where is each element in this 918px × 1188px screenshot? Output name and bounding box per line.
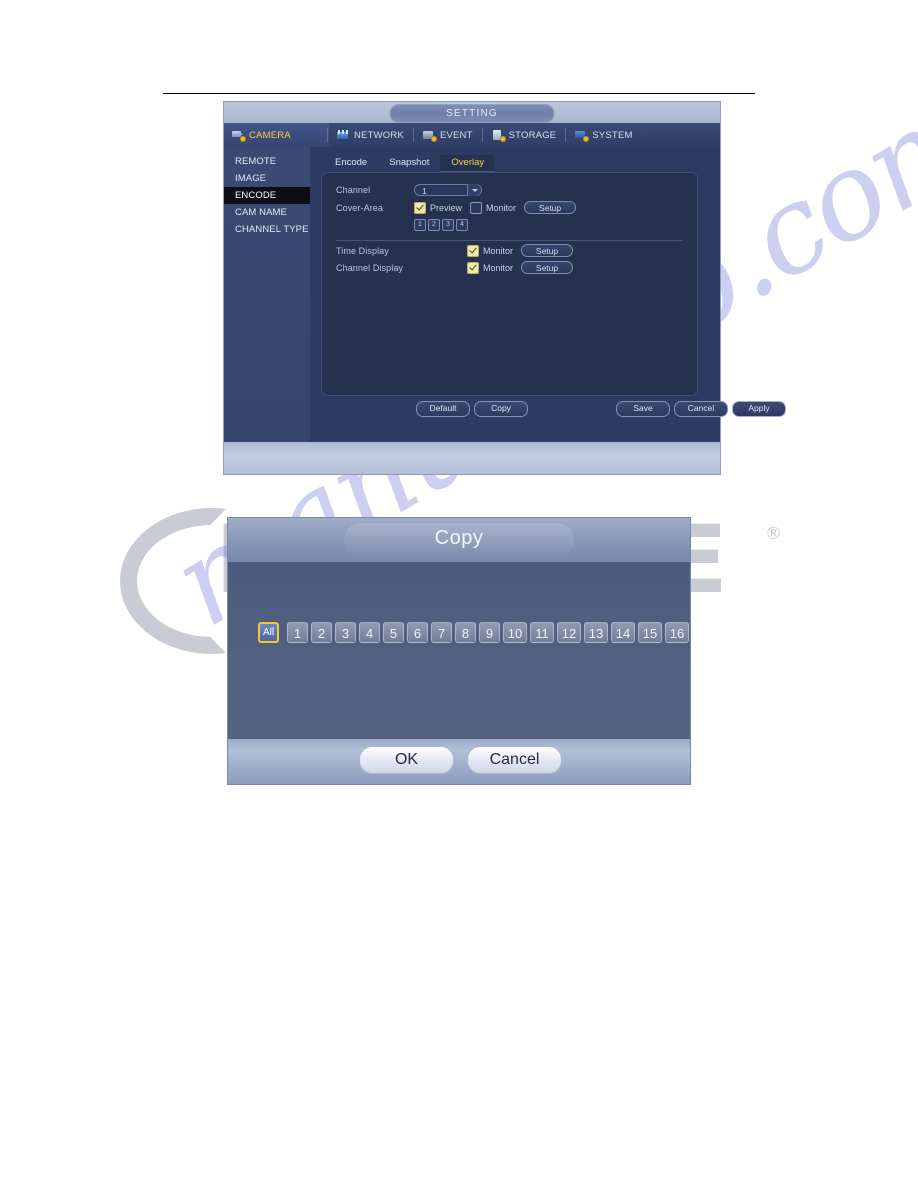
copy-cancel-button[interactable]: Cancel: [467, 746, 562, 774]
copy-dialog-body: All 1 2 3 4 5 6 7 8 9 10 11 12 13 14 15 …: [228, 562, 690, 739]
channel-display-label: Channel Display: [336, 262, 404, 273]
cover-monitor-checkbox[interactable]: [470, 201, 483, 214]
copy-dialog-titlebar: Copy: [228, 518, 690, 562]
window-title: SETTING: [389, 104, 555, 123]
tab-camera-label: CAMERA: [249, 129, 291, 141]
tab-system[interactable]: SYSTEM: [567, 123, 644, 147]
channel-display-setup-button[interactable]: Setup: [521, 261, 574, 274]
time-monitor-checkbox[interactable]: [467, 244, 479, 257]
tab-event-label: EVENT: [439, 129, 473, 141]
sidebar-item-encode[interactable]: ENCODE: [224, 187, 310, 204]
storage-icon: [492, 129, 506, 142]
registered-mark-icon: ®: [765, 524, 782, 544]
channel-select-value: 1: [422, 186, 427, 196]
page-canvas: ECLIPSE SECURITY ® manualslib.com SETTIN…: [0, 0, 918, 1188]
page-header-rule: [163, 93, 755, 94]
time-monitor-label: Monitor: [483, 245, 514, 256]
tab-event[interactable]: EVENT: [415, 123, 484, 147]
cover-area-label: Cover-Area: [336, 202, 384, 213]
apply-button[interactable]: Apply: [732, 401, 786, 417]
tab-system-label: SYSTEM: [592, 129, 633, 141]
channel-button-8[interactable]: 8: [455, 622, 476, 643]
subtab-overlay[interactable]: Overlay: [440, 155, 496, 172]
window-footer-strip: [224, 442, 720, 474]
channel-button-12[interactable]: 12: [557, 622, 581, 643]
channel-selector-list: All 1 2 3 4 5 6 7 8 9 10 11 12 13 14 15 …: [258, 622, 689, 643]
main-content: Encode Snapshot Overlay Channel 1 Cover-…: [310, 147, 786, 474]
time-display-row: Time Display Monitor Setup: [336, 244, 574, 257]
sidebar-item-cam-name[interactable]: CAM NAME: [224, 204, 310, 221]
cover-area-region-4[interactable]: 4: [456, 219, 468, 231]
cover-area-region-2[interactable]: 2: [428, 219, 440, 231]
cover-area-region-list: 1 2 3 4: [414, 219, 468, 231]
copy-dialog-footer: OK Cancel: [228, 739, 690, 784]
cover-area-region-3[interactable]: 3: [442, 219, 454, 231]
channel-button-15[interactable]: 15: [638, 622, 662, 643]
channel-button-4[interactable]: 4: [359, 622, 380, 643]
channel-button-13[interactable]: 13: [584, 622, 608, 643]
sidebar-item-channel-type[interactable]: CHANNEL TYPE: [224, 221, 310, 238]
copy-dialog: Copy All 1 2 3 4 5 6 7 8 9 10 11 12 13 1…: [228, 518, 690, 784]
copy-button[interactable]: Copy: [474, 401, 528, 417]
channel-button-11[interactable]: 11: [530, 622, 554, 643]
channel-button-10[interactable]: 10: [503, 622, 527, 643]
channel-all-button[interactable]: All: [258, 622, 279, 643]
copy-dialog-title: Copy: [434, 527, 484, 549]
window-titlebar: SETTING: [224, 102, 720, 123]
tab-storage[interactable]: STORAGE: [484, 123, 568, 147]
chevron-down-icon: [467, 184, 481, 196]
channel-monitor-label: Monitor: [483, 262, 514, 273]
channel-button-9[interactable]: 9: [479, 622, 500, 643]
channel-button-16[interactable]: 16: [665, 622, 689, 643]
tab-storage-label: STORAGE: [508, 129, 557, 141]
time-display-setup-button[interactable]: Setup: [521, 244, 574, 257]
channel-button-7[interactable]: 7: [431, 622, 452, 643]
save-button[interactable]: Save: [616, 401, 670, 417]
subtab-snapshot[interactable]: Snapshot: [378, 155, 440, 172]
channel-button-2[interactable]: 2: [311, 622, 332, 643]
tab-network[interactable]: NETWORK: [329, 123, 415, 147]
sidebar-item-image[interactable]: IMAGE: [224, 170, 310, 187]
network-icon: [337, 129, 350, 141]
camera-icon: [232, 130, 246, 142]
channel-button-6[interactable]: 6: [407, 622, 428, 643]
channel-row: Channel 1: [336, 184, 482, 196]
setting-window: SETTING CAMERA NETWORK EVENT STORAGE SYS…: [224, 102, 786, 474]
sidebar: REMOTE IMAGE ENCODE CAM NAME CHANNEL TYP…: [224, 147, 310, 474]
cover-preview-label: Preview: [430, 202, 463, 213]
channel-button-3[interactable]: 3: [335, 622, 356, 643]
cover-preview-checkbox[interactable]: [414, 201, 426, 214]
default-button[interactable]: Default: [416, 401, 470, 417]
event-icon: [422, 130, 437, 142]
channel-monitor-checkbox[interactable]: [467, 261, 479, 274]
cover-area-region-1[interactable]: 1: [414, 219, 426, 231]
system-icon: [575, 130, 590, 142]
copy-ok-button[interactable]: OK: [359, 746, 454, 774]
channel-display-row: Channel Display Monitor Setup: [336, 261, 574, 274]
time-display-label: Time Display: [336, 245, 389, 256]
panel-divider: [336, 240, 683, 241]
sidebar-item-remote[interactable]: REMOTE: [224, 153, 310, 170]
channel-select[interactable]: 1: [414, 184, 482, 196]
sub-tab-bar: Encode Snapshot Overlay: [324, 155, 496, 172]
panel-action-buttons: Default Copy Save Cancel Apply: [321, 401, 786, 417]
cover-monitor-label: Monitor: [486, 202, 517, 213]
channel-button-14[interactable]: 14: [611, 622, 635, 643]
subtab-encode[interactable]: Encode: [324, 155, 378, 172]
channel-button-1[interactable]: 1: [287, 622, 308, 643]
cancel-button[interactable]: Cancel: [674, 401, 728, 417]
channel-label: Channel: [336, 185, 371, 195]
cover-area-row: Cover-Area Preview Monitor Setup: [336, 201, 577, 214]
cover-area-setup-button[interactable]: Setup: [524, 201, 577, 214]
channel-button-5[interactable]: 5: [383, 622, 404, 643]
tab-network-label: NETWORK: [354, 129, 404, 141]
main-tab-bar: CAMERA NETWORK EVENT STORAGE SYSTEM: [224, 123, 720, 147]
overlay-settings-panel: Channel 1 Cover-Area Preview Monitor Set…: [321, 172, 698, 396]
tab-camera[interactable]: CAMERA: [224, 123, 329, 147]
window-body: REMOTE IMAGE ENCODE CAM NAME CHANNEL TYP…: [224, 147, 786, 474]
